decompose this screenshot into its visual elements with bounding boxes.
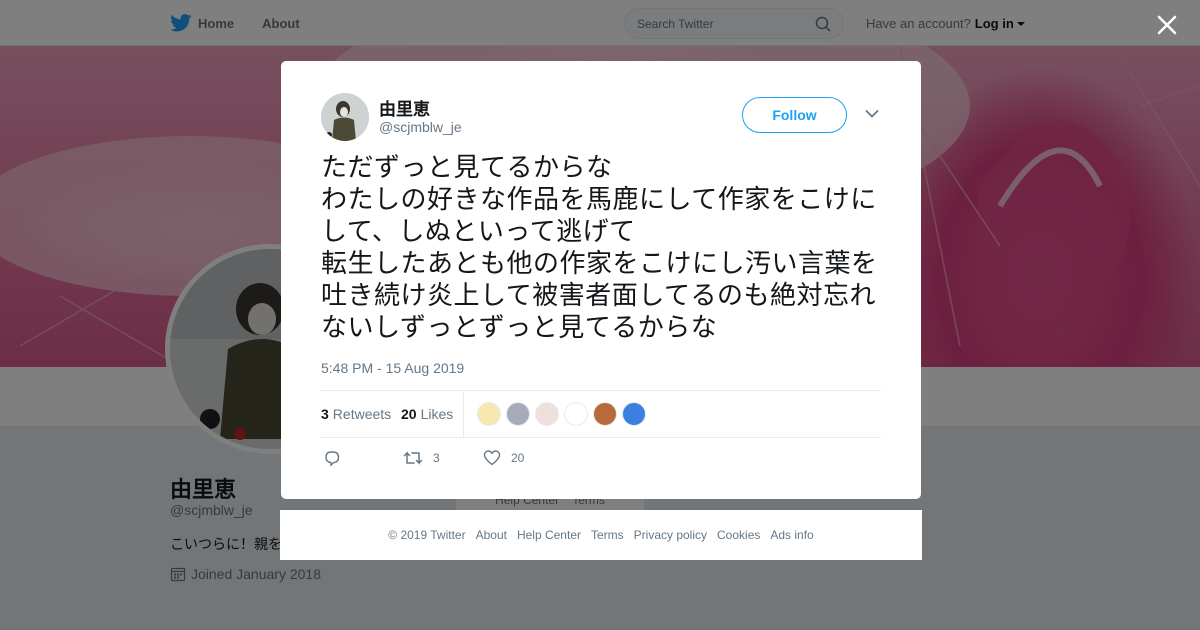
retweets-count: 3 bbox=[321, 406, 329, 422]
close-icon[interactable] bbox=[1156, 14, 1178, 36]
retweets-stat[interactable]: 3 Retweets bbox=[321, 406, 391, 422]
author-name[interactable]: 由里恵 bbox=[379, 95, 430, 120]
footer-privacy-link[interactable]: Privacy policy bbox=[634, 528, 707, 542]
reply-icon[interactable] bbox=[323, 449, 341, 467]
author-avatar-image bbox=[321, 93, 369, 141]
likes-label: Likes bbox=[420, 406, 454, 422]
liker-avatar[interactable] bbox=[564, 402, 588, 426]
retweet-icon[interactable] bbox=[403, 449, 423, 467]
stats-divider bbox=[463, 391, 464, 437]
like-action[interactable]: 20 bbox=[483, 449, 524, 467]
liker-avatar[interactable] bbox=[535, 402, 559, 426]
liker-avatar[interactable] bbox=[506, 402, 530, 426]
likers-avatars bbox=[477, 402, 651, 426]
retweet-action[interactable]: 3 bbox=[403, 449, 440, 467]
tweet-actions: 3 20 bbox=[321, 449, 881, 469]
footer-about-link[interactable]: About bbox=[476, 528, 507, 542]
likes-stat[interactable]: 20 Likes bbox=[401, 406, 453, 422]
author-handle[interactable]: @scjmblw_je bbox=[379, 119, 462, 135]
retweet-action-count: 3 bbox=[433, 451, 440, 465]
tweet-text: ただずっと見てるからな わたしの好きな作品を馬鹿にして作家をこけにして、しぬとい… bbox=[321, 153, 878, 343]
liker-avatar[interactable] bbox=[593, 402, 617, 426]
heart-icon[interactable] bbox=[483, 449, 501, 467]
like-action-count: 20 bbox=[511, 451, 525, 465]
footer-help-center-link[interactable]: Help Center bbox=[517, 528, 581, 542]
liker-avatar[interactable] bbox=[622, 402, 646, 426]
liker-avatar[interactable] bbox=[477, 402, 501, 426]
author-avatar[interactable] bbox=[321, 93, 369, 141]
retweets-label: Retweets bbox=[332, 406, 392, 422]
footer-ads-info-link[interactable]: Ads info bbox=[770, 528, 813, 542]
follow-button[interactable]: Follow bbox=[742, 97, 847, 133]
tweet-stats: 3 Retweets 20 Likes bbox=[321, 390, 881, 438]
tweet-timestamp[interactable]: 5:48 PM - 15 Aug 2019 bbox=[321, 360, 464, 376]
footer-copyright: © 2019 Twitter bbox=[388, 528, 466, 542]
modal-footer: © 2019 Twitter About Help Center Terms P… bbox=[280, 510, 922, 560]
footer-terms-link[interactable]: Terms bbox=[591, 528, 624, 542]
chevron-down-icon[interactable] bbox=[865, 109, 879, 119]
reply-action[interactable] bbox=[323, 449, 351, 467]
tweet-modal: 由里恵 @scjmblw_je Follow ただずっと見てるからな わたしの好… bbox=[281, 61, 921, 499]
likes-count: 20 bbox=[401, 406, 417, 422]
footer-cookies-link[interactable]: Cookies bbox=[717, 528, 760, 542]
